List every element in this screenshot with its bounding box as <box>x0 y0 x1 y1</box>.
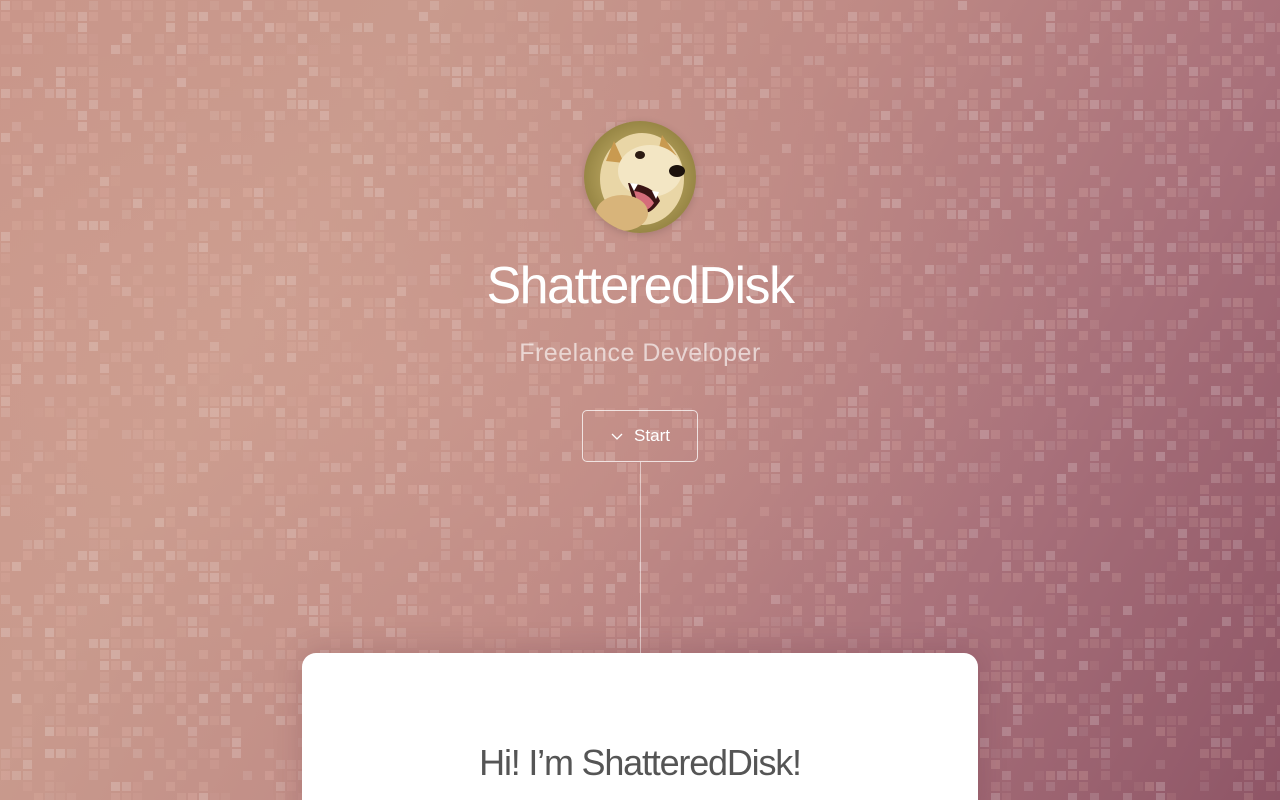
start-button[interactable]: Start <box>582 410 698 462</box>
connector-line <box>640 462 641 653</box>
profile-role: Freelance Developer <box>519 339 761 367</box>
intro-card: Hi! I’m ShatteredDisk! <box>302 653 978 800</box>
hero-section: ShatteredDisk Freelance Developer Start … <box>0 0 1280 800</box>
chevron-down-icon <box>611 433 623 440</box>
shiba-avatar-icon <box>584 121 696 233</box>
intro-heading: Hi! I’m ShatteredDisk! <box>479 742 802 783</box>
avatar <box>584 121 696 233</box>
profile-name: ShatteredDisk <box>486 257 795 315</box>
start-button-label: Start <box>634 426 670 445</box>
